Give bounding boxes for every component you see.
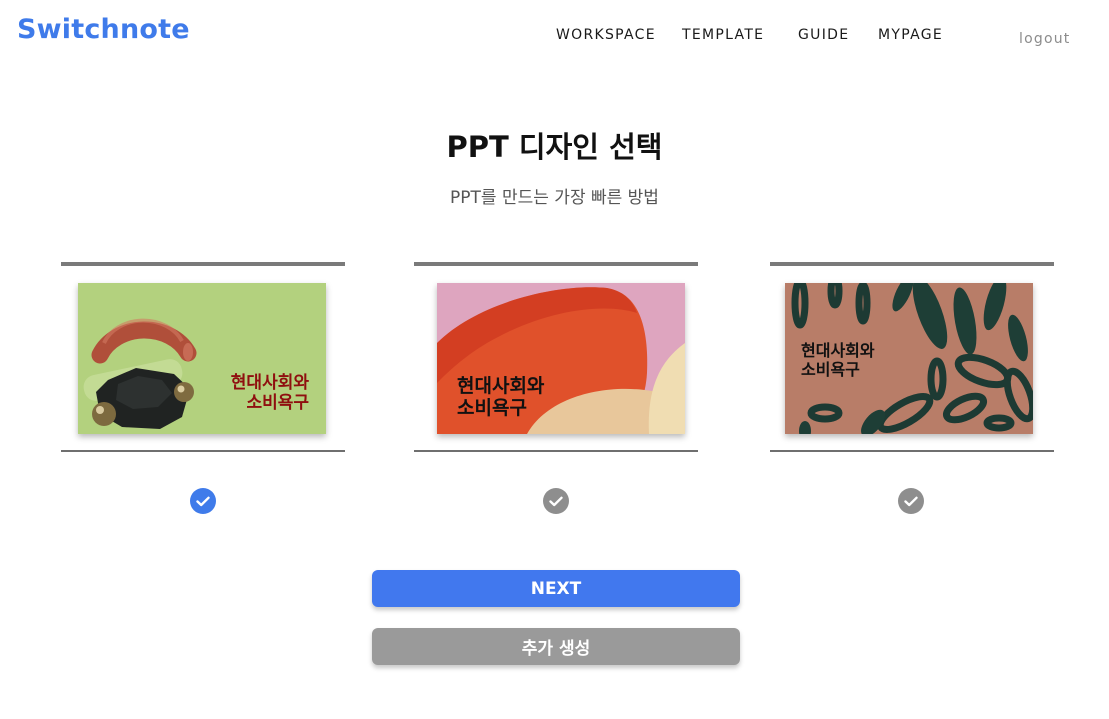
check-icon <box>904 496 918 506</box>
page-title: PPT 디자인 선택 <box>446 130 663 164</box>
select-check-3[interactable] <box>898 488 924 514</box>
select-check-2[interactable] <box>543 488 569 514</box>
nav-mypage[interactable]: MYPAGE <box>878 27 943 43</box>
design-title-1: 현대사회와 소비욕구 <box>231 373 309 413</box>
design-title-3-line2: 소비욕구 <box>801 359 860 379</box>
check-icon <box>196 496 210 506</box>
design-thumbnail-1[interactable]: 현대사회와 소비욕구 <box>78 283 326 434</box>
card-top-divider <box>414 262 698 266</box>
card-top-divider <box>61 262 345 266</box>
design-thumbnail-3[interactable]: 현대사회와 소비욕구 <box>785 283 1033 434</box>
nav-workspace[interactable]: WORKSPACE <box>556 27 656 43</box>
design-title-1-line1: 현대사회와 <box>230 373 309 393</box>
design-card-1[interactable]: 현대사회와 소비욕구 <box>61 262 345 452</box>
design-title-2: 현대사회와 소비욕구 <box>457 375 544 420</box>
check-icon <box>549 496 563 506</box>
add-generate-button[interactable]: 추가 생성 <box>372 628 740 665</box>
nav-guide[interactable]: GUIDE <box>798 27 849 43</box>
design-title-1-line2: 소비욕구 <box>246 393 309 414</box>
card-bottom-divider <box>61 450 345 452</box>
nav-template[interactable]: TEMPLATE <box>682 27 764 43</box>
page-subtitle: PPT를 만드는 가장 빠른 방법 <box>450 188 659 208</box>
design-card-2[interactable]: 현대사회와 소비욕구 <box>414 262 698 452</box>
design-title-2-line1: 현대사회와 <box>457 375 545 397</box>
card-bottom-divider <box>414 450 698 452</box>
card-bottom-divider <box>770 450 1054 452</box>
next-button[interactable]: NEXT <box>372 570 740 607</box>
design-card-3[interactable]: 현대사회와 소비욕구 <box>770 262 1054 452</box>
logo[interactable]: Switchnote <box>17 14 190 45</box>
design-thumbnail-2[interactable]: 현대사회와 소비욕구 <box>437 283 685 434</box>
logout-link[interactable]: logout <box>1019 31 1070 47</box>
card-top-divider <box>770 262 1054 266</box>
select-check-1[interactable] <box>190 488 216 514</box>
design-title-3: 현대사회와 소비욕구 <box>801 341 875 380</box>
design-title-3-line1: 현대사회와 <box>801 341 875 360</box>
design-title-2-line2: 소비욕구 <box>457 397 527 420</box>
